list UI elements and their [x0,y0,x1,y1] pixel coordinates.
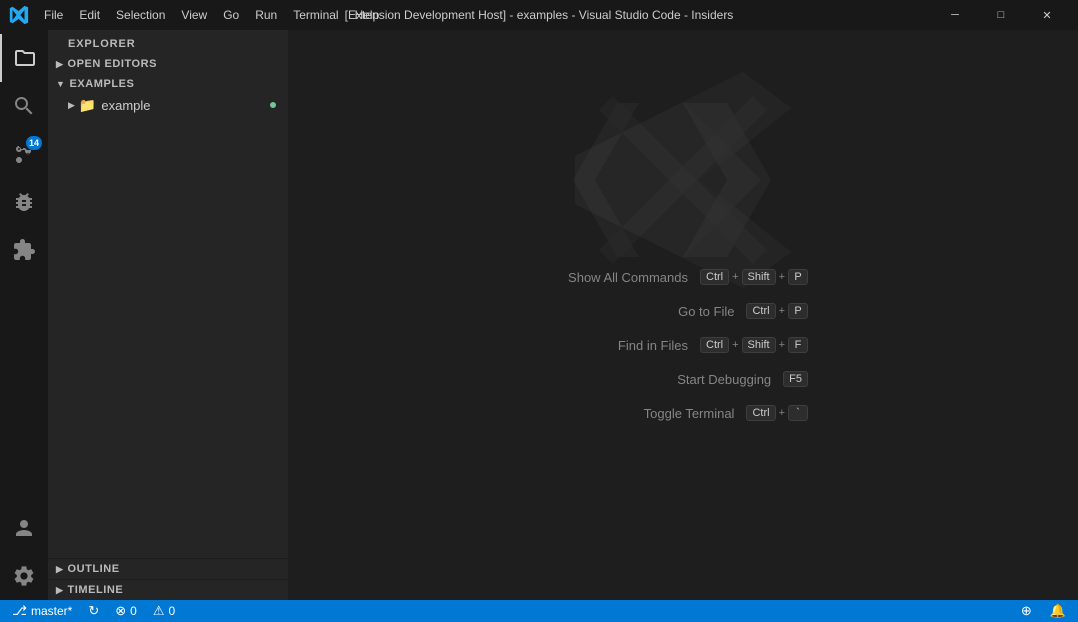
sidebar-section-outline[interactable]: ▶ OUTLINE [48,558,288,579]
editor-area: Show All Commands Ctrl + Shift + P Go to… [288,30,1078,600]
activity-item-settings[interactable] [0,552,48,600]
key-f5: F5 [783,371,808,387]
statusbar-notifications[interactable]: 🔔 [1046,600,1070,622]
menu-run[interactable]: Run [247,4,285,26]
key-backtick: ` [788,405,808,421]
menu-terminal[interactable]: Terminal [285,4,346,26]
statusbar-warnings[interactable]: ⚠ 0 [149,600,179,622]
debug-icon [12,190,36,214]
statusbar-branch[interactable]: ⎇ master* [8,600,76,622]
statusbar: ⎇ master* ↻ ⊗ 0 ⚠ 0 ⊕ 🔔 [0,600,1078,622]
extensions-icon [12,238,36,262]
sidebar-section-open-editors[interactable]: ▶ OPEN EDITORS [48,54,288,74]
shortcut-keys-start-debugging: F5 [783,371,808,387]
files-icon [13,46,37,70]
statusbar-remote[interactable]: ⊕ [1017,600,1036,622]
source-control-badge: 14 [26,136,42,150]
folder-icon: 📁 [79,97,96,114]
error-icon: ⊗ [115,603,126,619]
explorer-section: ▶ OPEN EDITORS ▼ EXAMPLES ▶ 📁 example [48,54,288,558]
titlebar: File Edit Selection View Go Run Terminal… [0,0,1078,30]
menu-view[interactable]: View [173,4,215,26]
activity-item-accounts[interactable] [0,504,48,552]
shortcut-label-go-to-file: Go to File [604,304,734,319]
shortcut-keys-toggle-terminal: Ctrl + ` [746,405,808,421]
editor-logo [563,60,803,303]
key-p-2: P [788,303,808,319]
shortcuts-container: Show All Commands Ctrl + Shift + P Go to… [558,269,808,421]
expand-arrow-icon: ▶ [68,100,75,111]
sidebar-section-timeline[interactable]: ▶ TIMELINE [48,579,288,600]
shortcut-label-show-all: Show All Commands [558,270,688,285]
remote-icon: ⊕ [1021,603,1032,619]
error-count: 0 [130,604,137,618]
sidebar-section-examples[interactable]: ▼ EXAMPLES [48,74,288,94]
key-f: F [788,337,808,353]
chevron-down-icon: ▼ [56,79,65,89]
menu-edit[interactable]: Edit [71,4,108,26]
chevron-right-icon: ▶ [56,59,63,70]
timeline-label: TIMELINE [67,584,123,596]
warning-count: 0 [168,604,175,618]
bell-icon: 🔔 [1050,603,1066,619]
accounts-icon [12,516,36,540]
activity-item-extensions[interactable] [0,226,48,274]
activity-bar: 14 [0,30,48,600]
titlebar-left: File Edit Selection View Go Run Terminal… [8,4,387,26]
window-title: [Extension Development Host] - examples … [345,8,734,22]
sidebar: EXPLORER ▶ OPEN EDITORS ▼ EXAMPLES ▶ 📁 e… [48,30,288,600]
statusbar-errors[interactable]: ⊗ 0 [111,600,141,622]
key-ctrl-4: Ctrl [746,405,775,421]
key-ctrl-3: Ctrl [700,337,729,353]
key-shift-2: Shift [742,337,776,353]
statusbar-right: ⊕ 🔔 [1017,600,1070,622]
statusbar-left: ⎇ master* ↻ ⊗ 0 ⚠ 0 [8,600,179,622]
warning-icon: ⚠ [153,603,165,619]
key-p: P [788,269,808,285]
chevron-right-icon-timeline: ▶ [56,585,63,596]
outline-label: OUTLINE [67,563,119,575]
statusbar-sync[interactable]: ↻ [84,600,103,622]
sidebar-title: EXPLORER [48,30,288,54]
minimize-button[interactable]: ─ [932,0,978,30]
shortcut-find-in-files: Find in Files Ctrl + Shift + F [558,337,808,353]
shortcut-go-to-file: Go to File Ctrl + P [558,303,808,319]
shortcut-keys-show-all: Ctrl + Shift + P [700,269,808,285]
branch-label: master* [31,604,72,618]
menu-selection[interactable]: Selection [108,4,173,26]
shortcut-keys-find-in-files: Ctrl + Shift + F [700,337,808,353]
branch-icon: ⎇ [12,603,27,619]
activity-item-search[interactable] [0,82,48,130]
shortcut-keys-go-to-file: Ctrl + P [746,303,808,319]
vscode-logo-icon [8,4,30,26]
chevron-right-icon-outline: ▶ [56,564,63,575]
close-button[interactable]: ✕ [1024,0,1070,30]
example-label: example [101,98,150,113]
key-ctrl-2: Ctrl [746,303,775,319]
main-content: 14 EXPLORER ▶ [0,30,1078,600]
activity-item-debug[interactable] [0,178,48,226]
shortcut-start-debugging: Start Debugging F5 [558,371,808,387]
sidebar-bottom: ▶ OUTLINE ▶ TIMELINE [48,558,288,600]
tree-item-example[interactable]: ▶ 📁 example [48,94,288,116]
shortcut-label-find-in-files: Find in Files [558,338,688,353]
shortcut-toggle-terminal: Toggle Terminal Ctrl + ` [558,405,808,421]
sync-icon: ↻ [88,603,99,619]
activity-item-source-control[interactable]: 14 [0,130,48,178]
activity-item-explorer[interactable] [0,34,48,82]
key-ctrl: Ctrl [700,269,729,285]
settings-icon [12,564,36,588]
titlebar-controls: ─ □ ✕ [932,0,1070,30]
menu-go[interactable]: Go [215,4,247,26]
maximize-button[interactable]: □ [978,0,1024,30]
open-editors-label: OPEN EDITORS [67,58,157,70]
search-icon [12,94,36,118]
key-shift: Shift [742,269,776,285]
menu-file[interactable]: File [36,4,71,26]
modified-indicator [270,102,276,108]
shortcut-label-toggle-terminal: Toggle Terminal [604,406,734,421]
shortcut-show-all-commands: Show All Commands Ctrl + Shift + P [558,269,808,285]
shortcut-label-start-debugging: Start Debugging [641,372,771,387]
examples-label: EXAMPLES [69,78,134,90]
